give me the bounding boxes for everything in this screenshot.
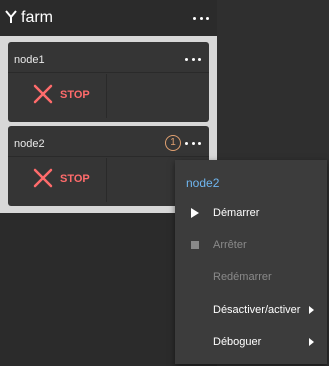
notification-badge[interactable]: 1 (165, 135, 181, 151)
menu-item-label: Redémarrer (213, 271, 272, 283)
node-name: node2 (14, 138, 45, 150)
chevron-right-icon (309, 306, 314, 314)
menu-item-stop[interactable]: Arrêter (175, 230, 327, 260)
node-status: STOP (60, 173, 90, 185)
node-status: STOP (60, 89, 90, 101)
menu-item-start[interactable]: Démarrer (175, 198, 327, 228)
node-divider (8, 72, 209, 73)
node-divider (106, 74, 107, 118)
menu-item-label: Démarrer (213, 207, 260, 219)
node-more-icon[interactable] (185, 56, 201, 62)
node-more-icon[interactable] (185, 140, 201, 146)
menu-item-debug[interactable]: Déboguer (175, 327, 327, 357)
menu-item-label: Désactiver/activer (213, 304, 301, 316)
fork-icon (5, 10, 17, 23)
menu-item-restart[interactable]: Redémarrer (175, 262, 327, 292)
stop-x-icon (33, 168, 53, 188)
context-menu-title: node2 (186, 176, 220, 190)
farm-more-icon[interactable] (193, 15, 209, 21)
stop-x-icon (33, 84, 53, 104)
node-divider (106, 158, 107, 202)
chevron-right-icon (309, 338, 314, 346)
farm-header: farm (0, 0, 217, 36)
stop-square-icon (191, 241, 199, 249)
node-card-node1[interactable]: node1 STOP (8, 42, 209, 122)
menu-item-label: Déboguer (213, 336, 262, 348)
farm-title: farm (21, 9, 53, 26)
node-divider (8, 156, 209, 157)
menu-item-label: Arrêter (213, 239, 247, 251)
play-icon (191, 208, 199, 218)
node-name: node1 (14, 54, 45, 66)
menu-item-toggle[interactable]: Désactiver/activer (175, 295, 327, 325)
